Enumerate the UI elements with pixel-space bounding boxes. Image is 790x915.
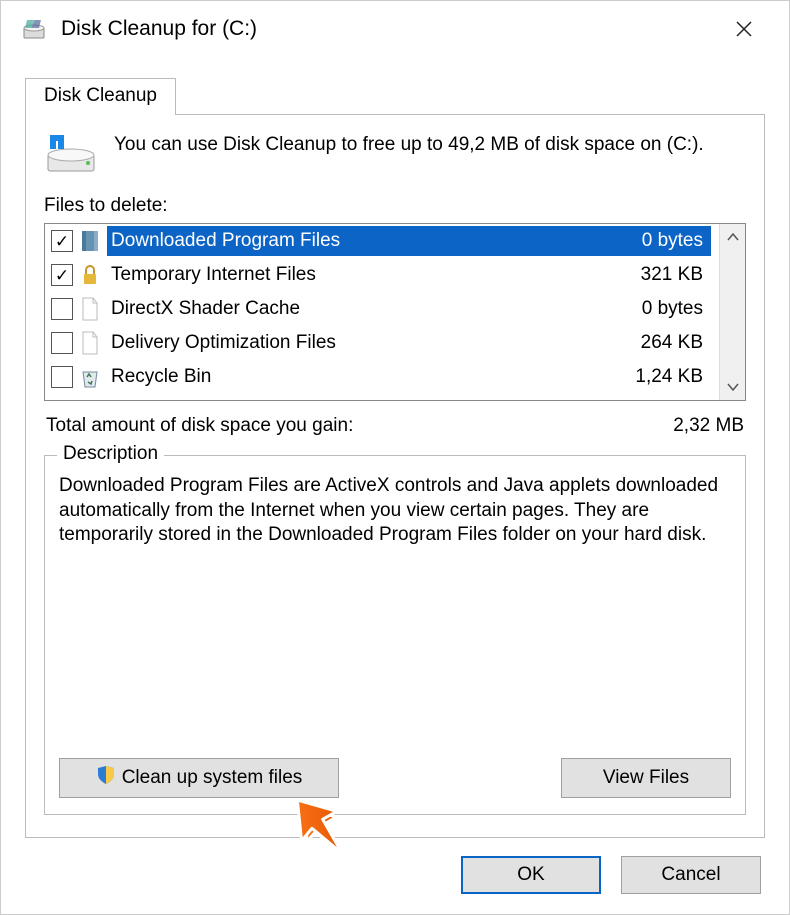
view-files-button[interactable]: View Files (561, 758, 731, 798)
ok-button[interactable]: OK (461, 856, 601, 894)
scroll-down-icon[interactable] (720, 374, 745, 400)
files-list: Downloaded Program Files 0 bytes Tempora… (44, 223, 746, 401)
checkbox[interactable] (51, 332, 73, 354)
window-title: Disk Cleanup for (C:) (61, 17, 719, 41)
total-row: Total amount of disk space you gain: 2,3… (46, 415, 744, 437)
program-files-icon (79, 228, 101, 254)
item-size: 1,24 KB (627, 366, 703, 388)
list-item[interactable]: Temporary Internet Files 321 KB (45, 258, 719, 292)
cancel-button[interactable]: Cancel (621, 856, 761, 894)
item-label: DirectX Shader Cache (111, 298, 300, 320)
scroll-up-icon[interactable] (720, 224, 745, 250)
lock-icon (79, 262, 101, 288)
tab-panel: You can use Disk Cleanup to free up to 4… (25, 114, 765, 838)
item-size: 0 bytes (634, 298, 703, 320)
item-size: 264 KB (633, 332, 703, 354)
intro-text: You can use Disk Cleanup to free up to 4… (114, 133, 704, 177)
disk-cleanup-window: Disk Cleanup for (C:) Disk Cleanup (0, 0, 790, 915)
intro-section: You can use Disk Cleanup to free up to 4… (44, 133, 746, 177)
close-icon (735, 20, 753, 38)
item-size: 321 KB (633, 264, 703, 286)
titlebar: Disk Cleanup for (C:) (1, 1, 789, 57)
button-label: Clean up system files (122, 767, 303, 789)
list-item[interactable]: DirectX Shader Cache 0 bytes (45, 292, 719, 326)
button-label: View Files (603, 767, 689, 789)
scrollbar[interactable] (719, 224, 745, 400)
list-item[interactable]: Recycle Bin 1,24 KB (45, 360, 719, 394)
list-item[interactable]: Downloaded Program Files 0 bytes (45, 224, 719, 258)
clean-up-system-files-button[interactable]: Clean up system files (59, 758, 339, 798)
item-label: Delivery Optimization Files (111, 332, 336, 354)
button-label: OK (517, 864, 544, 886)
tab-disk-cleanup[interactable]: Disk Cleanup (25, 78, 176, 115)
total-label: Total amount of disk space you gain: (46, 415, 353, 437)
file-icon (79, 296, 101, 322)
button-label: Cancel (661, 864, 720, 886)
disk-cleanup-icon (21, 16, 47, 42)
checkbox[interactable] (51, 366, 73, 388)
item-label: Downloaded Program Files (111, 230, 340, 252)
description-group: Description Downloaded Program Files are… (44, 455, 746, 815)
file-icon (79, 330, 101, 356)
checkbox[interactable] (51, 298, 73, 320)
description-legend: Description (57, 443, 164, 465)
item-size: 0 bytes (634, 230, 703, 252)
close-button[interactable] (719, 9, 769, 49)
item-label: Temporary Internet Files (111, 264, 316, 286)
drive-icon (44, 133, 98, 177)
item-label: Recycle Bin (111, 366, 211, 388)
files-list-rows: Downloaded Program Files 0 bytes Tempora… (45, 224, 719, 400)
checkbox[interactable] (51, 264, 73, 286)
checkbox[interactable] (51, 230, 73, 252)
dialog-footer: OK Cancel (1, 856, 789, 914)
files-to-delete-label: Files to delete: (44, 195, 746, 217)
tab-strip: Disk Cleanup (25, 77, 789, 114)
recycle-bin-icon (79, 364, 101, 390)
total-value: 2,32 MB (673, 415, 744, 437)
description-text: Downloaded Program Files are ActiveX con… (59, 474, 731, 738)
list-item[interactable]: Delivery Optimization Files 264 KB (45, 326, 719, 360)
shield-icon (96, 765, 116, 791)
